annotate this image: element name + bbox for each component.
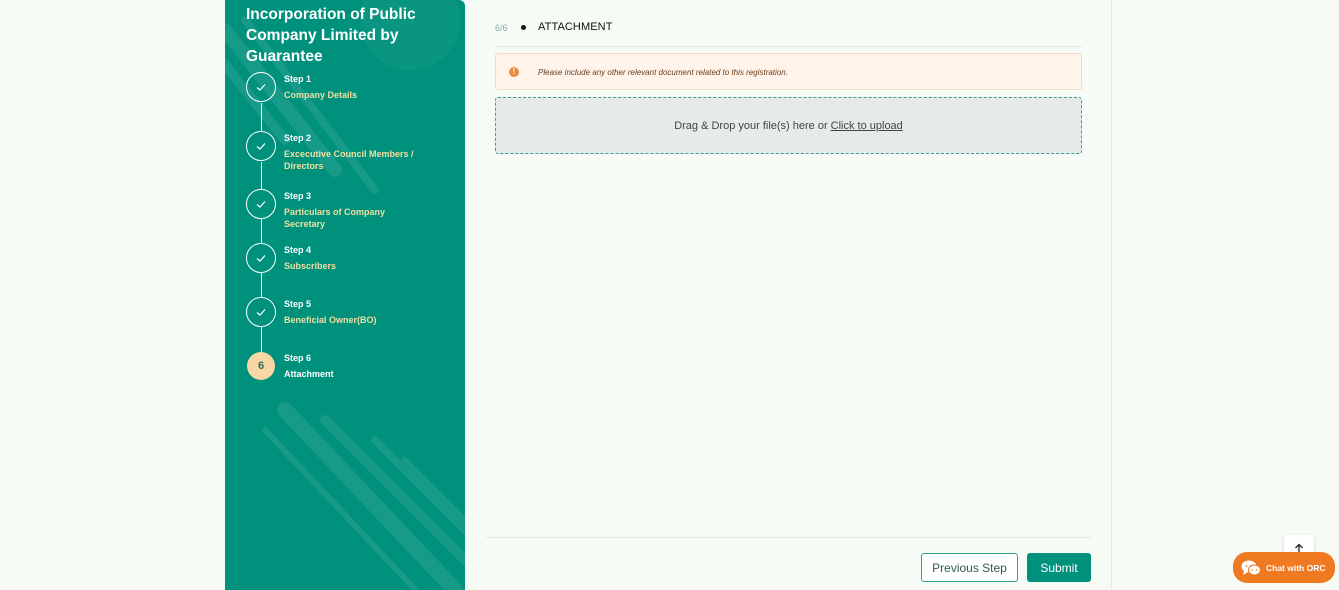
step-header: 6/6 ATTACHMENT <box>495 0 1082 47</box>
step-name: Excecutive Council Members / Directors <box>284 149 414 171</box>
chat-with-orc-button[interactable]: Chat with ORC <box>1233 552 1335 583</box>
chat-label: Chat with ORC <box>1266 562 1326 573</box>
step-complete-circle <box>246 189 276 219</box>
step-item-company-details[interactable]: Step 1 Company Details <box>246 72 456 104</box>
previous-step-button[interactable]: Previous Step <box>921 553 1018 582</box>
check-icon <box>256 309 266 316</box>
step-name: Subscribers <box>284 261 337 271</box>
step-number: Step 6 <box>284 353 312 363</box>
submit-button[interactable]: Submit <box>1027 553 1091 582</box>
step-connector <box>261 162 262 189</box>
step-item-attachment[interactable]: 6 Step 6 Attachment <box>246 351 456 383</box>
footer-divider <box>486 537 1091 538</box>
step-counter: 6/6 <box>495 23 508 33</box>
step-item-beneficial-owner[interactable]: Step 5 Beneficial Owner(BO) <box>246 297 456 329</box>
info-alert: ! Please include any other relevant docu… <box>495 53 1082 90</box>
bullet-icon <box>521 25 526 30</box>
section-title: ATTACHMENT <box>538 21 613 33</box>
check-icon <box>256 143 266 150</box>
step-item-subscribers[interactable]: Step 4 Subscribers <box>246 243 456 275</box>
step-item-company-secretary[interactable]: Step 3 Particulars of Company Secretary <box>246 189 456 229</box>
step-connector <box>261 219 262 243</box>
step-active-badge: 6 <box>247 352 275 380</box>
alert-message: Please include any other relevant docume… <box>538 68 788 77</box>
step-connector <box>261 273 262 297</box>
stepper-sidebar: Incorporation of Public Company Limited … <box>225 0 465 590</box>
step-number: Step 3 <box>284 191 312 201</box>
form-panel: 6/6 ATTACHMENT ! Please include any othe… <box>465 0 1112 590</box>
step-name: Company Details <box>284 90 358 100</box>
chat-bubbles-icon <box>1241 560 1261 575</box>
step-number: Step 2 <box>284 133 312 143</box>
warning-icon: ! <box>509 67 519 77</box>
step-complete-circle <box>246 131 276 161</box>
click-to-upload-link[interactable]: Click to upload <box>831 120 903 132</box>
step-number: Step 5 <box>284 299 312 309</box>
file-dropzone[interactable]: Drag & Drop your file(s) here or Click t… <box>495 97 1082 154</box>
step-complete-circle <box>246 297 276 327</box>
step-name: Beneficial Owner(BO) <box>284 315 377 325</box>
dropzone-text: Drag & Drop your file(s) here or <box>674 119 828 132</box>
step-name: Attachment <box>284 369 334 379</box>
step-complete-circle <box>246 243 276 273</box>
step-number: Step 4 <box>284 245 312 255</box>
step-number: Step 1 <box>284 74 312 84</box>
check-icon <box>256 201 266 208</box>
step-name: Particulars of Company Secretary <box>284 207 386 229</box>
step-complete-circle <box>246 72 276 102</box>
step-item-directors[interactable]: Step 2 Excecutive Council Members / Dire… <box>246 131 456 171</box>
step-connector <box>261 327 262 352</box>
step-connector <box>261 103 262 132</box>
check-icon <box>256 255 266 262</box>
form-title: Incorporation of Public Company Limited … <box>246 6 416 65</box>
check-icon <box>256 84 266 91</box>
